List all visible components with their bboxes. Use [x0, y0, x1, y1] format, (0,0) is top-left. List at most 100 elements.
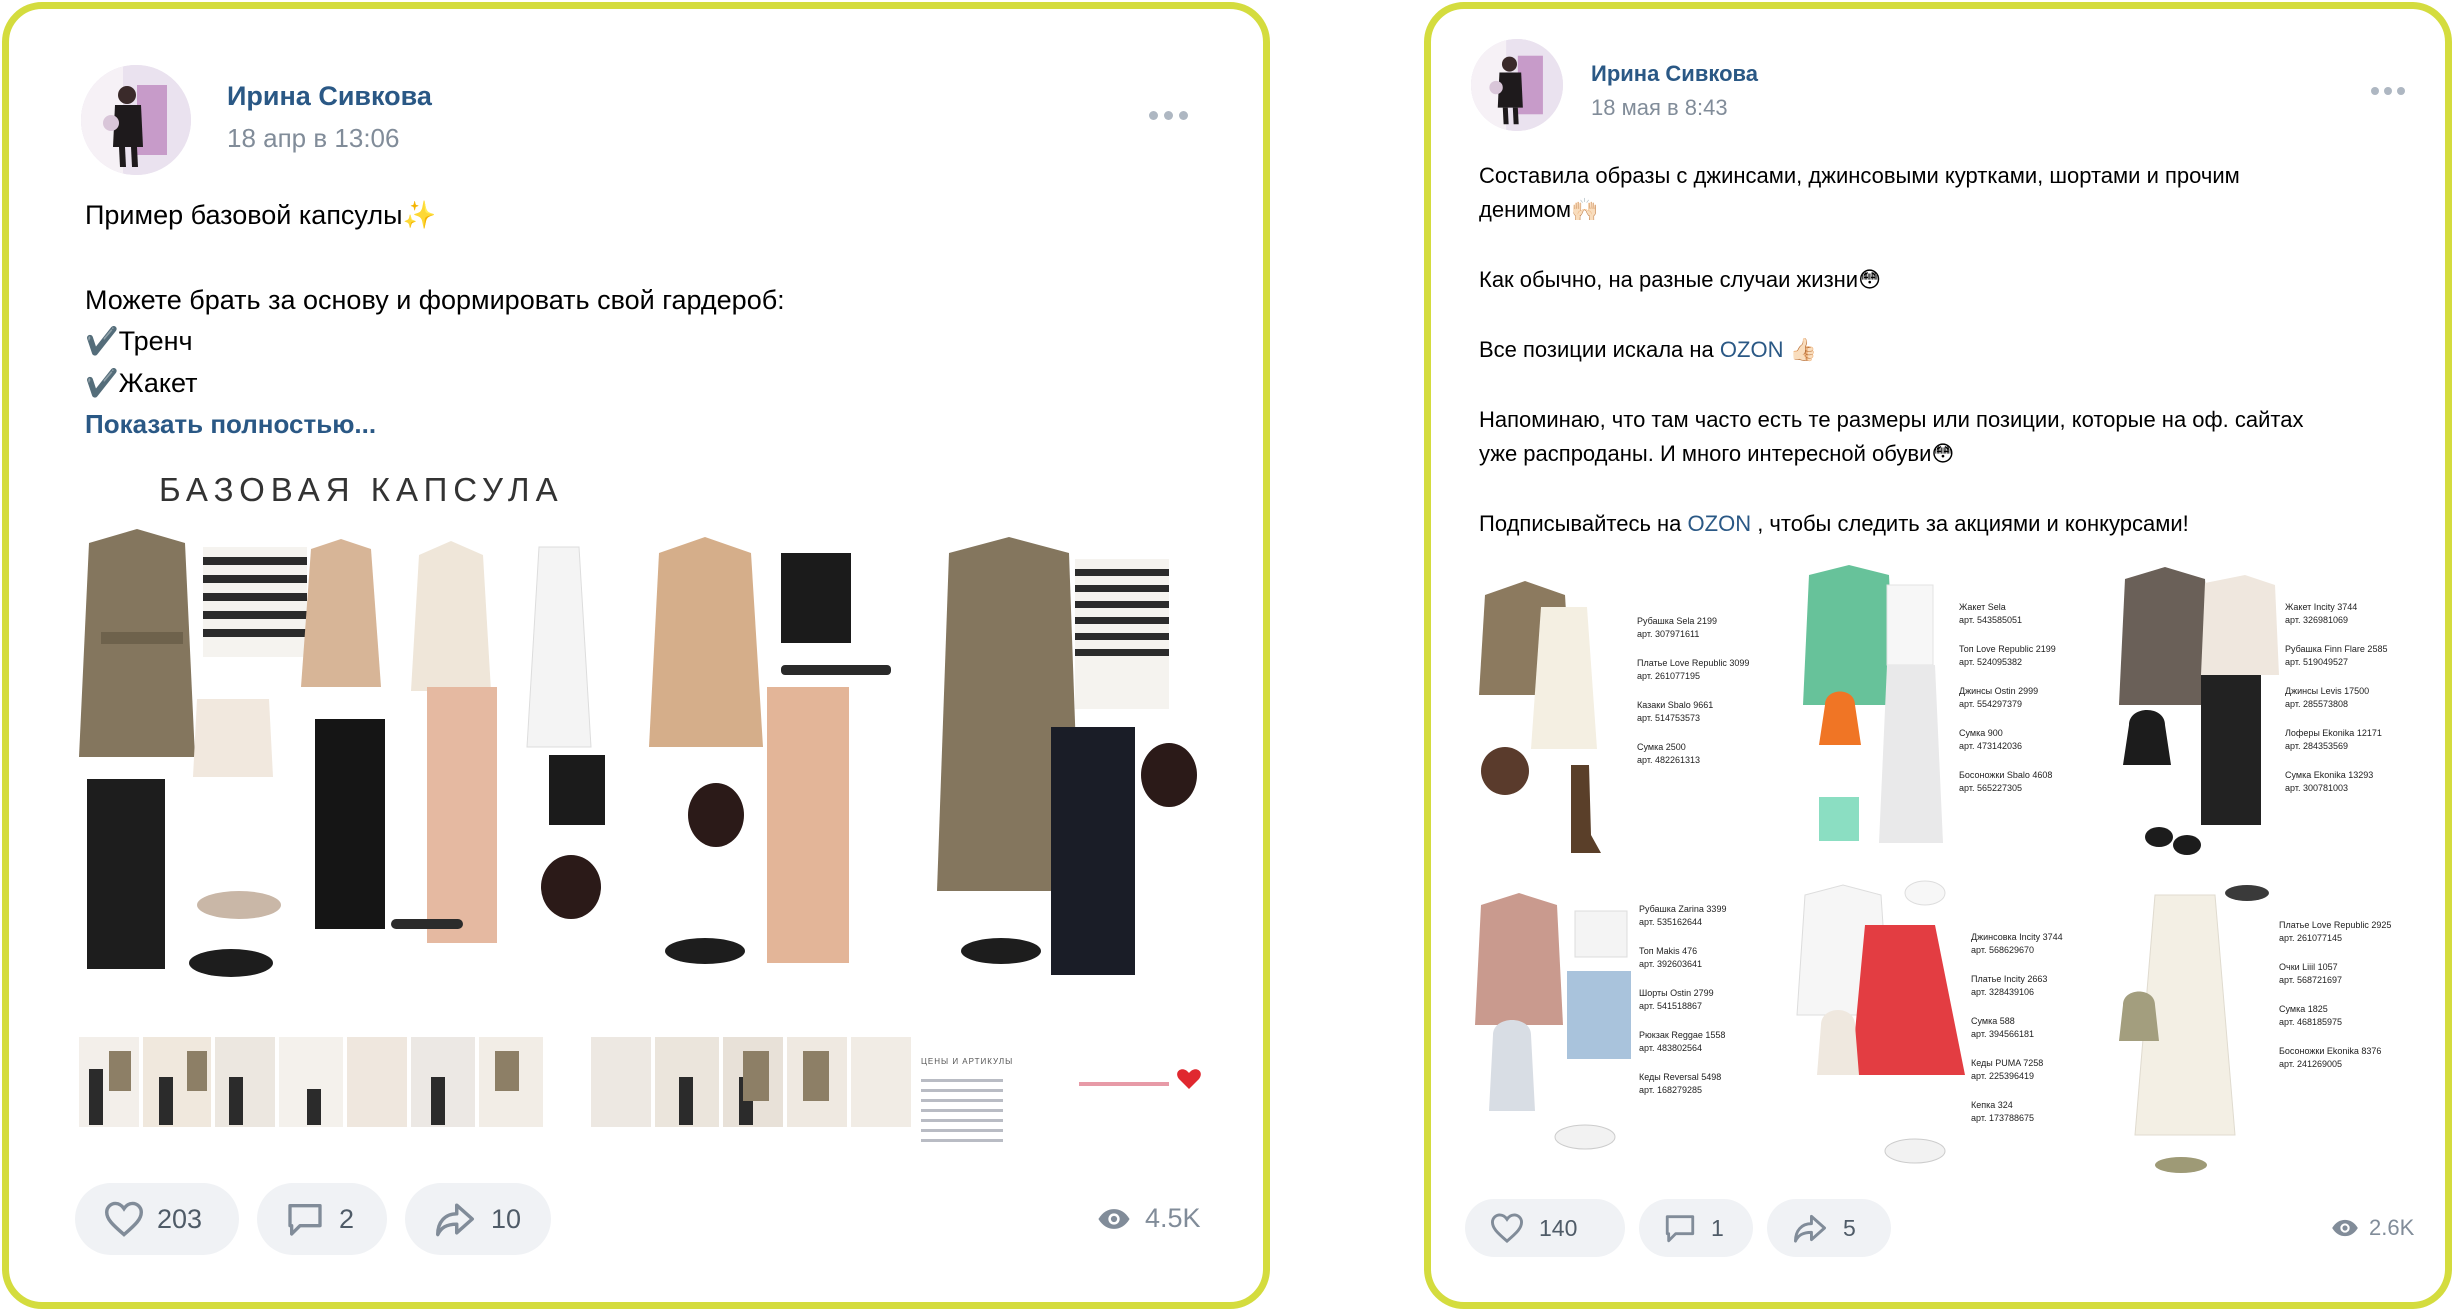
- outfit-card: Джинсовка Incity 3744 арт. 568629670 Пла…: [1795, 875, 2115, 1185]
- price-article: арт. 468185975: [2279, 1017, 2342, 1027]
- eye-icon: [2332, 1219, 2358, 1237]
- price-article: арт. 535162644: [1639, 917, 1702, 927]
- outfit-card: Жакет Sela арт. 543585051 Топ Love Repub…: [1795, 565, 2115, 865]
- more-icon[interactable]: [1149, 111, 1188, 120]
- text-fragment: 👍🏻: [1783, 337, 1817, 362]
- price-item: Кеды Reversal 5498: [1639, 1072, 1722, 1082]
- price-article: арт. 519049527: [2285, 657, 2348, 667]
- outfit-price-list: Жакет Sela арт. 543585051 Топ Love Repub…: [1959, 601, 2056, 795]
- avatar-photo: [81, 65, 191, 175]
- like-count: 140: [1539, 1214, 1578, 1241]
- views-counter: 4.5K: [1097, 1203, 1201, 1234]
- image-price-heading: ЦЕНЫ И АРТИКУЛЫ: [921, 1057, 1014, 1066]
- price-item: Жакет Sela: [1959, 602, 2006, 612]
- price-item: Джинсовка Incity 3744: [1971, 932, 2063, 942]
- ozon-link[interactable]: OZON: [1688, 511, 1752, 536]
- price-article: арт. 568629670: [1971, 945, 2034, 955]
- heart-icon: [104, 1201, 144, 1237]
- price-article: арт. 514753573: [1637, 713, 1700, 723]
- price-item: Топ Makis 476: [1639, 946, 1698, 956]
- comment-count: 2: [339, 1203, 355, 1234]
- price-item: Жакет Incity 3744: [2285, 602, 2358, 612]
- like-button[interactable]: 203: [75, 1183, 239, 1255]
- outfit-card: Жакет Incity 3744 арт. 326981069 Рубашка…: [2115, 565, 2435, 865]
- repost-count: 10: [491, 1203, 522, 1234]
- price-item: Рубашка Sela 2199: [1637, 616, 1717, 626]
- outfit-price-list: Рубашка Sela 2199 арт. 307971611 Платье …: [1637, 615, 1749, 767]
- comment-button[interactable]: 1: [1639, 1199, 1753, 1257]
- price-article: арт. 524095382: [1959, 657, 2022, 667]
- price-article: арт. 565227305: [1959, 783, 2022, 793]
- avatar-photo: [1471, 39, 1563, 131]
- price-article: арт. 241269005: [2279, 1059, 2342, 1069]
- price-item: Джинсы Ostin 2999: [1959, 686, 2039, 696]
- post-text-line: Как обычно, на разные случаи жизни😳: [1479, 267, 1882, 292]
- price-article: арт. 300781003: [2285, 783, 2348, 793]
- share-button[interactable]: 10: [405, 1183, 551, 1255]
- price-article: арт. 168279285: [1639, 1085, 1702, 1095]
- show-more-link[interactable]: Показать полностью...: [85, 409, 376, 440]
- price-article: арт. 543585051: [1959, 615, 2022, 625]
- outfit-illustration: [1796, 880, 1965, 1164]
- post-text-line: денимом🙌🏻: [1479, 197, 1599, 222]
- price-item: Кеды PUMA 7258: [1971, 1058, 2044, 1068]
- price-item: Босоножки Ekonika 8376: [2279, 1046, 2382, 1056]
- heart-icon: [1490, 1213, 1524, 1244]
- price-article: арт. 173788675: [1971, 1113, 2034, 1123]
- outfit-price-list: Жакет Incity 3744 арт. 326981069 Рубашка…: [2285, 601, 2387, 795]
- comment-button[interactable]: 2: [257, 1183, 387, 1255]
- author-name[interactable]: Ирина Сивкова: [227, 81, 432, 112]
- text-fragment: Подписывайтесь на: [1479, 511, 1688, 536]
- outfit-illustration: [2119, 885, 2269, 1173]
- share-icon: [1794, 1214, 1826, 1243]
- price-article: арт. 541518867: [1639, 1001, 1702, 1011]
- share-button[interactable]: 5: [1767, 1199, 1891, 1257]
- ozon-link[interactable]: OZON: [1720, 337, 1784, 362]
- price-article: арт. 285573808: [2285, 699, 2348, 709]
- outfit-card: Платье Love Republic 2925 арт. 261077145…: [2115, 875, 2435, 1185]
- post-text-line: Составила образы с джинсами, джинсовыми …: [1479, 163, 2240, 188]
- author-name[interactable]: Ирина Сивкова: [1591, 61, 1758, 87]
- post-text-line: ✔️Жакет: [85, 368, 198, 398]
- post-date[interactable]: 18 апр в 13:06: [227, 123, 399, 154]
- price-article: арт. 554297379: [1959, 699, 2022, 709]
- outfit-card: Рубашка Sela 2199 арт. 307971611 Платье …: [1475, 565, 1795, 865]
- price-article: арт. 328439106: [1971, 987, 2034, 997]
- comment-count: 1: [1711, 1214, 1724, 1241]
- price-article: арт. 307971611: [1637, 629, 1700, 639]
- price-article: арт. 261077195: [1637, 671, 1700, 681]
- like-button[interactable]: 140: [1465, 1199, 1625, 1257]
- capsule-image[interactable]: БАЗОВАЯ КАПСУЛА ЦЕНЫ И АРТИКУЛЫ: [79, 457, 1219, 1147]
- post-card-1: Ирина Сивкова 18 апр в 13:06 Пример базо…: [2, 2, 1270, 1309]
- repost-count: 5: [1843, 1214, 1856, 1241]
- price-item: Сумка 2500: [1637, 742, 1686, 752]
- price-item: Рубашка Finn Flare 2585: [2285, 644, 2388, 654]
- outfits-image[interactable]: Рубашка Sela 2199 арт. 307971611 Платье …: [1475, 565, 2435, 1185]
- post-text-line: Можете брать за основу и формировать сво…: [85, 285, 785, 315]
- more-icon[interactable]: [2371, 87, 2405, 95]
- text-fragment: , чтобы следить за акциями и конкурсами!: [1751, 511, 2189, 536]
- author-avatar[interactable]: [81, 65, 191, 175]
- price-item: Сумка Ekonika 13293: [2285, 770, 2374, 780]
- outfit-illustration: [1803, 565, 1943, 843]
- price-article: арт. 392603641: [1639, 959, 1702, 969]
- price-item: Рюкзак Reggae 1558: [1639, 1030, 1726, 1040]
- price-article: арт. 326981069: [2285, 615, 2348, 625]
- price-item: Платье Incity 2663: [1971, 974, 2048, 984]
- views-count: 2.6K: [2369, 1215, 2415, 1240]
- eye-icon: [1098, 1208, 1130, 1229]
- text-fragment: Все позиции искала на: [1479, 337, 1720, 362]
- comment-icon: [288, 1204, 322, 1236]
- capsule-clothes-illustration: [79, 529, 1201, 1142]
- outfit-card: Рубашка Zarina 3399 арт. 535162644 Топ M…: [1475, 875, 1795, 1185]
- author-avatar[interactable]: [1471, 39, 1563, 131]
- outfit-price-list: Платье Love Republic 2925 арт. 261077145…: [2279, 919, 2391, 1071]
- outfit-illustration: [1479, 581, 1601, 853]
- post-date[interactable]: 18 мая в 8:43: [1591, 95, 1728, 121]
- price-item: Рубашка Zarina 3399: [1639, 904, 1727, 914]
- price-item: Сумка 900: [1959, 728, 2003, 738]
- price-item: Топ Love Republic 2199: [1959, 644, 2056, 654]
- comment-icon: [1665, 1215, 1695, 1243]
- price-item: Платье Love Republic 2925: [2279, 920, 2392, 930]
- price-item: Лоферы Ekonika 12171: [2285, 728, 2382, 738]
